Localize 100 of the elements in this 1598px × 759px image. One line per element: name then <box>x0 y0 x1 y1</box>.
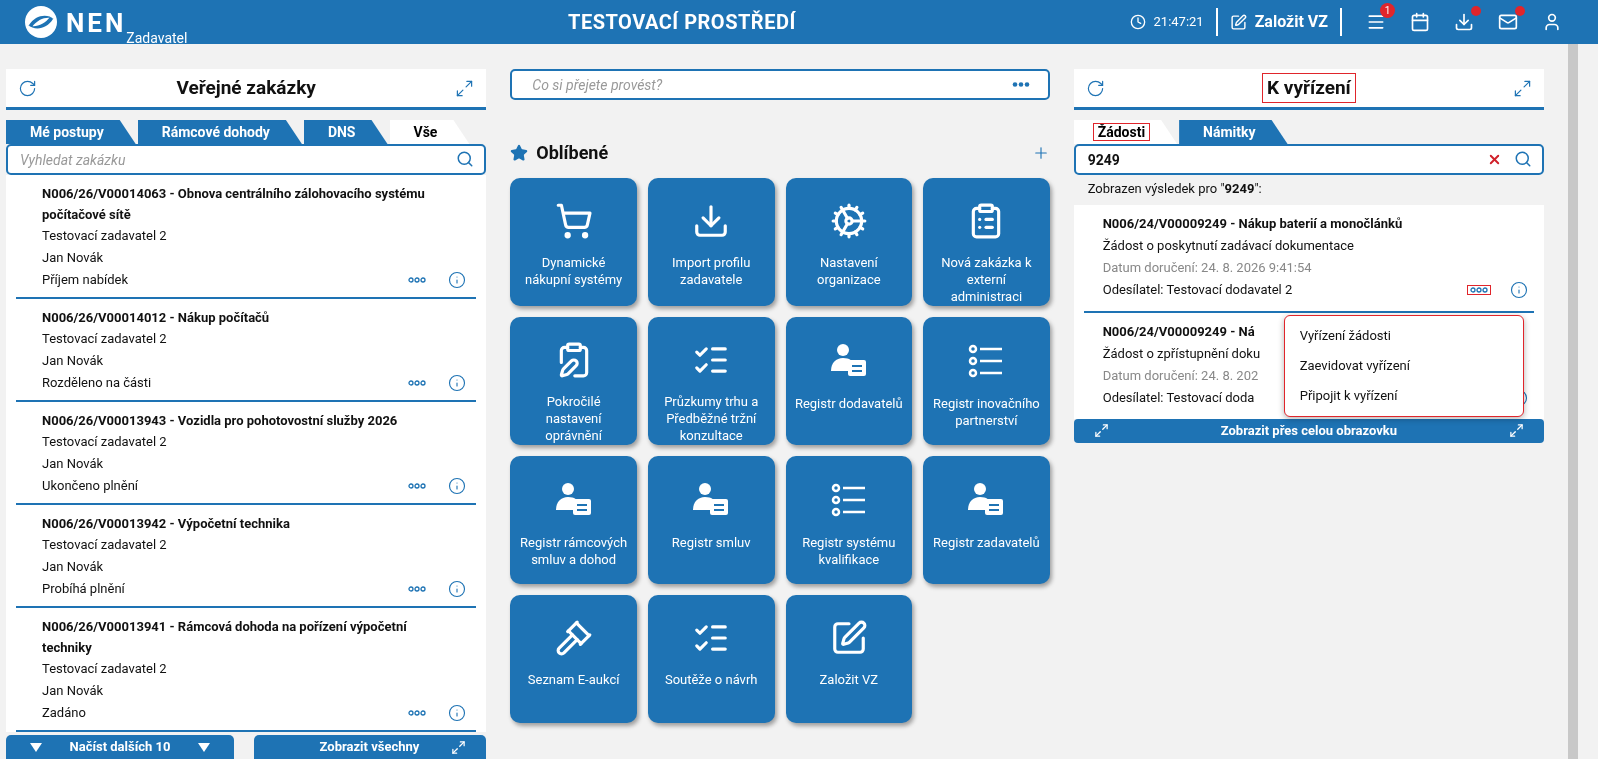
favorite-tile[interactable]: Import profilu zadavatele <box>647 178 775 306</box>
search-field[interactable]: 9249 <box>1073 144 1545 175</box>
favorite-tile[interactable]: Dynamické nákupní systémy <box>510 178 637 306</box>
expand-icon <box>1509 423 1525 438</box>
create-button[interactable]: Založit VZ <box>1229 10 1328 34</box>
tender-title[interactable]: N006/26/V00013942 - Výpočetní technika <box>42 513 467 534</box>
clock-icon <box>1129 14 1146 30</box>
favorite-tile[interactable]: Registr rámcových smluv a dohod <box>510 456 637 584</box>
favorite-tile[interactable]: Nová zakázka k externí administraci <box>923 178 1050 306</box>
logo-icon <box>24 5 58 39</box>
favorite-tile[interactable]: Registr zadavatelů <box>923 456 1050 584</box>
contact-person: Jan Novák <box>42 352 105 370</box>
panel-title: Veřejné zakázky <box>175 74 317 101</box>
favorite-tile[interactable]: Založit VZ <box>785 595 913 723</box>
favorites-title: Oblíbené <box>536 141 610 165</box>
search-icon[interactable] <box>1514 150 1533 168</box>
search-field[interactable]: Vyhledat zakázku <box>6 144 487 175</box>
notification-badge: 1 <box>1380 3 1395 18</box>
more-button[interactable] <box>1468 285 1491 294</box>
favorite-tile[interactable]: Pokročilé nastavení oprávnění <box>510 317 637 445</box>
tender-status: Probíhá plnění <box>42 580 126 598</box>
tender-status: Ukončeno plnění <box>42 477 140 495</box>
menu-item[interactable]: Zaevidovat vyřízení <box>1284 350 1523 381</box>
sender: Odesílatel: Testovací dodavatel 2 <box>1102 280 1293 299</box>
tender-title[interactable]: N006/26/V00013941 - Rámcová dohoda na pořízení výpočetní techniky <box>42 616 467 658</box>
environment-title: TESTOVACÍ PROSTŘEDÍ <box>568 9 796 36</box>
contact-person: Jan Novák <box>42 455 105 473</box>
search-icon[interactable] <box>456 150 475 168</box>
contact-person: Jan Novák <box>42 249 105 267</box>
more-button[interactable] <box>406 276 429 284</box>
tender-status: Příjem nabídek <box>42 271 130 289</box>
delivery-date: Datum doručení: 24. 8. 2026 9:41:54 <box>1102 258 1312 277</box>
info-icon[interactable] <box>448 704 467 722</box>
request-title[interactable]: N006/24/V00009249 - Nákup baterií a monočlánků <box>1102 212 1403 235</box>
info-icon[interactable] <box>448 374 467 392</box>
more-button[interactable] <box>406 482 429 490</box>
info-icon[interactable] <box>448 271 467 289</box>
tender-status: Zadáno <box>42 704 87 722</box>
logo-text: NEN <box>66 7 127 38</box>
load-more-button[interactable]: Načíst dalších 10 <box>6 735 234 759</box>
triangle-icon <box>198 742 210 752</box>
expand-icon[interactable] <box>1513 78 1533 98</box>
tender-title[interactable]: N006/26/V00013943 - Vozidla pro pohotovostní služby 2026 <box>42 410 467 431</box>
favorite-tile[interactable]: Registr dodavatelů <box>785 317 913 445</box>
triangle-icon <box>30 742 42 752</box>
sender: Odesílatel: Testovací doda <box>1102 388 1255 407</box>
tender-status: Rozděleno na části <box>42 374 153 392</box>
refresh-icon[interactable] <box>18 78 37 98</box>
request-type: Žádost o zpřístupnění doku <box>1102 344 1261 363</box>
favorite-tile[interactable]: Seznam E-aukcí <box>510 595 637 723</box>
favorite-tile[interactable]: Registr inovačního partnerství <box>923 317 1050 445</box>
contracting-authority: Testovací zadavatel 2 <box>42 536 168 554</box>
download-icon[interactable] <box>1454 12 1474 32</box>
mail-icon[interactable] <box>1498 12 1518 32</box>
clock-time: 21:47:21 <box>1153 13 1204 32</box>
refresh-icon[interactable] <box>1085 78 1105 98</box>
tab[interactable]: Rámcové dohody <box>137 120 302 144</box>
calendar-icon[interactable] <box>1410 12 1430 32</box>
tab[interactable]: Mé postupy <box>6 120 136 144</box>
contracting-authority: Testovací zadavatel 2 <box>42 660 168 678</box>
menu-icon[interactable] <box>1366 12 1386 32</box>
tab[interactable]: Žádosti <box>1073 120 1178 144</box>
more-button[interactable] <box>406 709 429 717</box>
info-icon[interactable] <box>1510 280 1529 299</box>
more-button[interactable] <box>406 379 429 387</box>
favorite-tile[interactable]: Registr systému kvalifikace <box>785 456 913 584</box>
request-title[interactable]: N006/24/V00009249 - Ná <box>1102 320 1255 343</box>
more-icon[interactable] <box>1011 82 1030 87</box>
cart-icon <box>554 202 593 240</box>
command-field[interactable]: Co si přejete provést? <box>510 69 1050 100</box>
show-all-button[interactable]: Zobrazit všechny <box>254 735 487 759</box>
info-icon[interactable] <box>448 580 467 598</box>
favorite-tile[interactable]: Registr smluv <box>647 456 775 584</box>
delivery-date: Datum doručení: 24. 8. 202 <box>1102 366 1259 385</box>
edit-icon <box>1229 13 1247 31</box>
favorite-tile[interactable]: Soutěže o návrh <box>647 595 775 723</box>
gear-icon <box>829 202 868 240</box>
contact-person: Jan Novák <box>42 558 105 576</box>
tab[interactable]: Vše <box>389 120 470 144</box>
contracting-authority: Testovací zadavatel 2 <box>42 227 168 245</box>
info-icon[interactable] <box>448 477 467 495</box>
contracting-authority: Testovací zadavatel 2 <box>42 433 168 451</box>
favorite-tile[interactable]: Průzkumy trhu a Předběžné tržní konzultace <box>647 317 775 445</box>
gavel-icon <box>554 619 593 657</box>
star-icon <box>510 143 529 162</box>
user-icon[interactable] <box>1542 12 1562 32</box>
menu-item[interactable]: Vyřízení žádosti <box>1284 320 1523 351</box>
fullscreen-button[interactable]: Zobrazit přes celou obrazovku <box>1073 418 1545 443</box>
more-button[interactable] <box>406 585 429 593</box>
tender-title[interactable]: N006/26/V00014012 - Nákup počítačů <box>42 307 467 328</box>
panel-title: K vyřízení <box>1263 73 1355 103</box>
tab[interactable]: Námitky <box>1179 120 1288 144</box>
expand-icon[interactable] <box>455 78 475 98</box>
logo-subtitle: Zadavatel <box>126 31 188 45</box>
request-type: Žádost o poskytnutí zadávací dokumentace <box>1102 236 1354 255</box>
tab[interactable]: DNS <box>303 120 388 144</box>
tender-title[interactable]: N006/26/V00014063 - Obnova centrálního zálohovacího systému počítačové sítě <box>42 183 467 225</box>
scrollbar[interactable] <box>1568 44 1578 759</box>
favorite-tile[interactable]: Nastavení organizace <box>785 178 913 306</box>
contracting-authority: Testovací zadavatel 2 <box>42 330 168 348</box>
